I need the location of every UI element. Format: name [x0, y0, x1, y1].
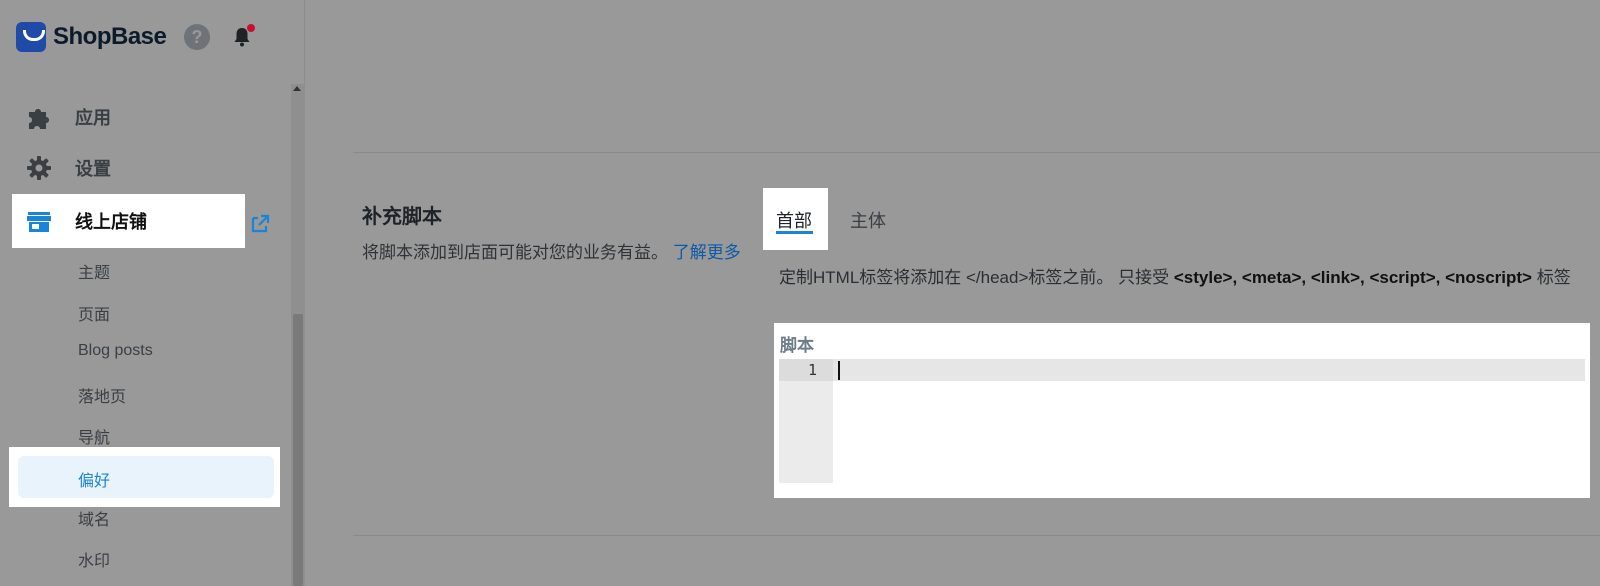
section-description: 将脚本添加到店面可能对您的业务有益。 了解更多 [362, 240, 754, 266]
section-description-text: 将脚本添加到店面可能对您的业务有益。 [362, 243, 668, 262]
sidebar-item-label: 设置 [75, 159, 111, 179]
sidebar-item-label: 应用 [75, 108, 111, 128]
sidebar-subitem-landing-pages[interactable]: 落地页 [78, 383, 126, 407]
learn-more-link[interactable]: 了解更多 [673, 243, 741, 262]
section-divider [353, 152, 1600, 153]
sidebar: ShopBase ? 应用 设置 线上店铺 主题 页面 Blog posts 落… [0, 0, 305, 586]
sidebar-subitem-watermark[interactable]: 水印 [78, 547, 110, 571]
tab-active-indicator [776, 231, 813, 234]
sidebar-subitem-preferences[interactable]: 偏好 [9, 447, 280, 507]
sidebar-item-settings[interactable]: 设置 [0, 143, 290, 193]
sidebar-subitem-navigation[interactable]: 导航 [78, 424, 110, 448]
sidebar-subitem-pages[interactable]: 页面 [78, 301, 110, 325]
gear-icon [24, 153, 54, 183]
editor-active-line[interactable] [779, 359, 1585, 381]
active-highlight [18, 456, 274, 498]
text-cursor [838, 361, 840, 380]
scrollbar-thumb[interactable] [293, 314, 303, 586]
tab-description-suffix: 标签 [1531, 268, 1571, 287]
sidebar-subitem-label: 偏好 [78, 473, 111, 490]
help-icon[interactable]: ? [184, 24, 210, 50]
puzzle-icon [24, 102, 54, 132]
sidebar-subitem-domains[interactable]: 域名 [78, 506, 110, 530]
line-number: 1 [807, 361, 817, 379]
notification-dot [247, 24, 255, 32]
brand-name: ShopBase [53, 23, 167, 50]
sidebar-item-apps[interactable]: 应用 [0, 92, 290, 142]
sidebar-subitem-blog-posts[interactable]: Blog posts [78, 342, 153, 360]
tab-body[interactable]: 主体 [850, 207, 886, 233]
external-link-icon[interactable] [249, 213, 271, 235]
tab-description-prefix: 定制HTML标签将添加在 </head>标签之前。 只接受 [779, 268, 1174, 287]
shopbase-logo-icon [16, 22, 46, 52]
store-icon [24, 206, 54, 236]
section-divider [353, 535, 1600, 536]
brand[interactable]: ShopBase [16, 20, 167, 54]
sidebar-item-online-store[interactable]: 线上店铺 [12, 194, 245, 248]
sidebar-subitem-themes[interactable]: 主题 [78, 259, 110, 283]
tab-description: 定制HTML标签将添加在 </head>标签之前。 只接受 <style>, <… [779, 264, 1594, 292]
tab-description-tags: <style>, <meta>, <link>, <script>, <nosc… [1173, 268, 1532, 287]
script-editor[interactable]: 脚本 1 [774, 323, 1590, 498]
section-title: 补充脚本 [362, 206, 442, 228]
sidebar-item-label: 线上店铺 [75, 212, 147, 232]
editor-label: 脚本 [780, 336, 814, 355]
tab-head-label[interactable]: 首部 [776, 207, 812, 233]
scroll-up-arrow-icon[interactable] [293, 86, 301, 91]
